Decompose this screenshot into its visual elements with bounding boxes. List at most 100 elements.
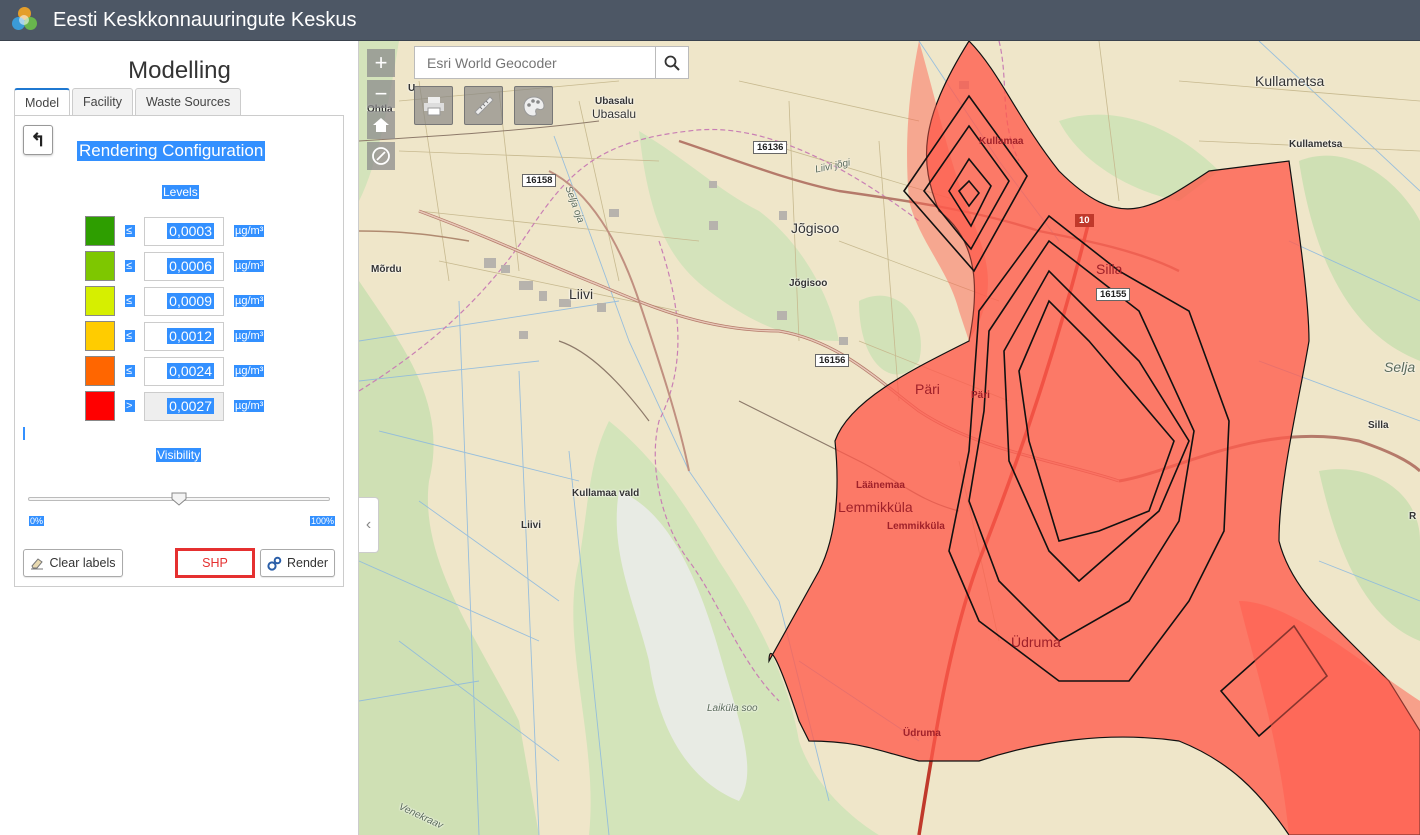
gears-icon: [267, 556, 282, 571]
level-row: ≤ 0,0012 µg/m³: [85, 321, 265, 351]
level-operator: ≤: [125, 260, 135, 272]
map-label: Läänemaa: [856, 480, 905, 491]
level-value-input[interactable]: 0,0009: [144, 286, 224, 316]
map-label: Jõgisoo: [789, 278, 828, 289]
level-value-input[interactable]: 0,0006: [144, 251, 224, 281]
map-label: R: [1409, 511, 1417, 522]
home-button[interactable]: [367, 111, 395, 139]
home-icon: [373, 118, 389, 132]
model-tab-content: ↰ Rendering Configuration Levels ≤ 0,000…: [14, 115, 344, 587]
app-title: Eesti Keskkonnauuringute Keskus: [53, 8, 357, 31]
search-icon: [664, 55, 680, 71]
search-button[interactable]: [655, 47, 688, 78]
title-bar: Eesti Keskkonnauuringute Keskus: [0, 0, 1420, 41]
level-operator: ≤: [125, 330, 135, 342]
visibility-slider-thumb[interactable]: [171, 492, 187, 506]
map-label: Päri: [971, 390, 990, 401]
level-color-swatch[interactable]: [85, 356, 115, 386]
level-unit: µg/m³: [234, 225, 265, 237]
level-operator: ≤: [125, 295, 135, 307]
ruler-icon: [473, 95, 494, 116]
eraser-icon: [31, 558, 44, 570]
modelling-panel: Modelling Model Facility Waste Sources ↰…: [0, 41, 359, 835]
map-label: Lemmikküla: [887, 521, 945, 532]
panel-tabs: Model Facility Waste Sources: [14, 88, 243, 118]
road-shield: 16156: [815, 354, 850, 367]
level-color-swatch[interactable]: [85, 391, 115, 421]
map-label: Jõgisoo: [791, 220, 840, 236]
basemap-gallery-button[interactable]: [514, 86, 553, 125]
level-color-swatch[interactable]: [85, 321, 115, 351]
tab-model[interactable]: Model: [14, 88, 71, 118]
geocoder-search: [414, 46, 689, 79]
level-color-swatch[interactable]: [85, 286, 115, 316]
map-label: Silla: [1368, 420, 1389, 431]
map-label: Üdruma: [903, 728, 941, 739]
print-button[interactable]: [414, 86, 453, 125]
visibility-label: Visibility: [156, 448, 202, 462]
map-label: Kullamaa: [979, 136, 1024, 147]
level-row: ≤ 0,0003 µg/m³: [85, 216, 265, 246]
road-shield: 16136: [753, 141, 788, 154]
zoom-controls: + −: [367, 49, 395, 173]
level-unit: µg/m³: [234, 365, 265, 377]
zoom-out-button[interactable]: −: [367, 80, 395, 108]
level-unit: µg/m³: [234, 260, 265, 272]
level-row: ≤ 0,0006 µg/m³: [85, 251, 265, 281]
map-label: Selja: [1384, 359, 1416, 375]
zoom-in-button[interactable]: +: [367, 49, 395, 77]
road-shield: 16155: [1096, 288, 1131, 301]
map-label: Lemmikküla: [838, 499, 913, 515]
map-label: Kullametsa: [1255, 73, 1325, 89]
level-color-swatch[interactable]: [85, 216, 115, 246]
level-value-readonly: 0,0027: [144, 391, 224, 421]
level-value-input[interactable]: 0,0024: [144, 356, 224, 386]
render-button[interactable]: Render: [260, 549, 335, 577]
map-view[interactable]: Ubasalu Ubasalu U Ohtla Kullametsa Kulla…: [359, 41, 1420, 835]
level-unit: µg/m³: [234, 400, 265, 412]
levels-label: Levels: [162, 185, 199, 199]
map-label: Silla: [1096, 261, 1123, 277]
level-value-input[interactable]: 0,0012: [144, 321, 224, 351]
level-row: > 0,0027 µg/m³: [85, 391, 265, 421]
printer-icon: [423, 96, 444, 115]
map-label: Laiküla soo: [707, 703, 758, 714]
level-operator: >: [125, 400, 135, 412]
clear-labels-button[interactable]: Clear labels: [23, 549, 123, 577]
panel-title: Modelling: [128, 57, 231, 84]
map-label: Mõrdu: [371, 264, 402, 275]
search-input[interactable]: [415, 47, 655, 78]
locate-button[interactable]: [367, 142, 395, 170]
compass-icon: [372, 147, 390, 165]
map-label: Päri: [915, 381, 940, 397]
map-label: Liivi: [569, 286, 594, 302]
level-row: ≤ 0,0024 µg/m³: [85, 356, 265, 386]
back-button[interactable]: ↰: [23, 125, 53, 155]
map-label: Kullametsa: [1289, 139, 1343, 150]
level-unit: µg/m³: [234, 295, 265, 307]
level-unit: µg/m³: [234, 330, 265, 342]
collapse-panel-button[interactable]: ‹: [359, 497, 379, 553]
tab-facility[interactable]: Facility: [72, 88, 133, 116]
visibility-max-label: 100%: [310, 516, 336, 526]
tab-waste-sources[interactable]: Waste Sources: [134, 88, 242, 116]
rendering-configuration-heading: Rendering Configuration: [77, 141, 266, 161]
app-logo-icon: [11, 6, 39, 34]
map-label: Ubasalu: [592, 107, 637, 121]
level-operator: ≤: [125, 225, 135, 237]
level-value-input[interactable]: 0,0003: [144, 216, 224, 246]
shp-export-button[interactable]: SHP: [175, 548, 255, 578]
basemap: [359, 41, 1420, 835]
measure-button[interactable]: [464, 86, 503, 125]
chevron-left-icon: ‹: [365, 516, 372, 533]
map-label: Ubasalu: [595, 96, 634, 107]
map-label: Liivi: [521, 520, 542, 531]
map-label: Üdruma: [1011, 634, 1061, 650]
road-shield: 10: [1075, 214, 1094, 227]
map-label: Kullamaa vald: [572, 488, 640, 499]
road-shield: 16158: [522, 174, 557, 187]
level-row: ≤ 0,0009 µg/m³: [85, 286, 265, 316]
text-cursor: [23, 427, 25, 440]
level-color-swatch[interactable]: [85, 251, 115, 281]
level-operator: ≤: [125, 365, 135, 377]
